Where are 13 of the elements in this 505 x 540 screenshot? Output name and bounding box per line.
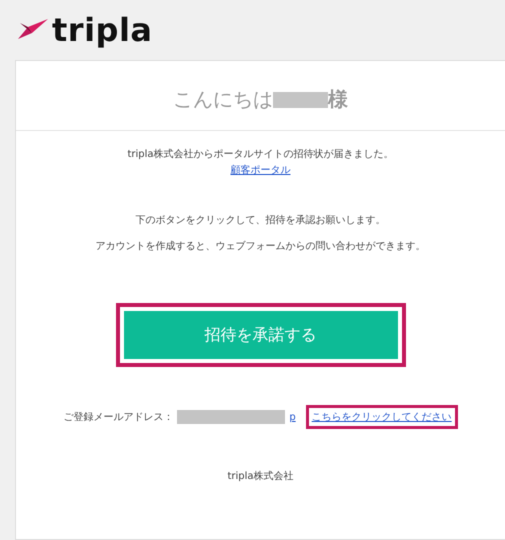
greeting-text: こんにちは xyxy=(173,86,273,113)
instruction-text: アカウントを作成すると、ウェブフォームからの問い合わせができます。 xyxy=(96,240,426,253)
honorific-text: 様 xyxy=(328,86,348,113)
portal-link[interactable]: 顧客ポータル xyxy=(230,163,290,177)
redaction-bar xyxy=(273,92,328,108)
email-link[interactable]: p xyxy=(289,412,296,422)
email-label: ご登録メールアドレス： xyxy=(63,411,174,424)
click-here-link[interactable]: こちらをクリックしてください xyxy=(312,410,452,424)
footer-text: tripla株式会社 xyxy=(227,470,294,483)
intro-text: tripla株式会社からポータルサイトの招待状が届きました。 xyxy=(127,148,394,161)
crane-logo-icon xyxy=(18,19,48,41)
logo-text: tripla xyxy=(52,14,153,46)
instruction-text: 下のボタンをクリックして、招待を承認お願いします。 xyxy=(136,214,386,227)
